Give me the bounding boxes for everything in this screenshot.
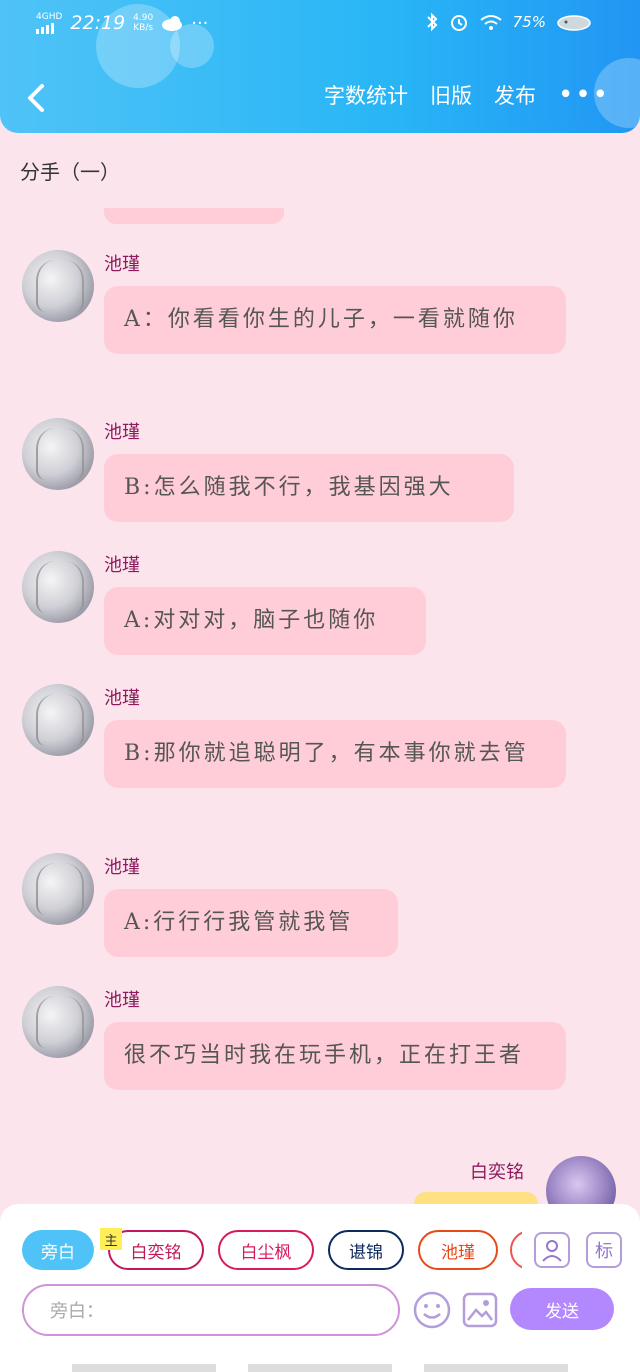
gesture-segment — [424, 1364, 568, 1372]
emoji-icon — [413, 1291, 451, 1329]
emoji-button[interactable] — [412, 1290, 452, 1330]
publish-button[interactable]: 发布 — [494, 80, 536, 110]
message-input[interactable] — [50, 1298, 370, 1324]
signal-bars-icon — [36, 22, 54, 34]
message-bubble[interactable]: 很不巧当时我在玩手机，正在打王者 — [104, 1022, 566, 1090]
back-button[interactable] — [20, 76, 60, 120]
sender-name: 池瑾 — [104, 688, 140, 709]
cloud-icon — [162, 16, 183, 31]
alarm-icon — [450, 15, 467, 31]
my-sender-name: 白奕铭 — [470, 1162, 524, 1183]
word-count-button[interactable]: 字数统计 — [324, 80, 408, 110]
role-chip-bai-chenfeng[interactable]: 白尘枫 — [218, 1230, 314, 1270]
message-bubble[interactable]: A:对对对，脑子也随你 — [104, 587, 426, 655]
sender-name: 池瑾 — [104, 990, 140, 1011]
chat-message: 池瑾 A:对对对，脑子也随你 — [22, 551, 582, 661]
net-speed: 4.90 KB/s — [133, 13, 153, 33]
add-character-button[interactable] — [534, 1232, 570, 1268]
battery-icon — [557, 15, 591, 31]
more-status-icon: ··· — [191, 12, 209, 34]
chat-message: 池瑾 B:怎么随我不行，我基因强大 — [22, 418, 582, 528]
nav-gesture-bar — [0, 1364, 640, 1372]
top-header: 4GHD 22:19 4.90 KB/s ··· 75% 字数统计 旧版 发布 — [0, 0, 640, 133]
battery-percent: 75% — [512, 13, 546, 31]
avatar[interactable] — [22, 853, 94, 925]
message-bubble[interactable]: A：你看看你生的儿子，一看就随你 — [104, 286, 566, 354]
message-bubble[interactable]: B:怎么随我不行，我基因强大 — [104, 454, 514, 522]
image-icon — [462, 1292, 498, 1328]
chat-message: 池瑾 A：你看看你生的儿子，一看就随你 — [22, 250, 582, 390]
compose-panel: 旁白 白奕铭 主 白尘枫 谌锦 池瑾 标 发送 — [0, 1204, 640, 1372]
role-chip-narration[interactable]: 旁白 — [22, 1230, 94, 1270]
partial-message-bubble — [104, 208, 284, 224]
send-button[interactable]: 发送 — [510, 1288, 614, 1330]
status-bar: 4GHD 22:19 4.90 KB/s ··· 75% — [0, 8, 640, 42]
more-options-icon[interactable]: ••• — [558, 80, 610, 110]
person-icon — [542, 1240, 562, 1262]
avatar[interactable] — [22, 551, 94, 623]
gesture-segment — [248, 1364, 392, 1372]
chat-message: 池瑾 A:行行行我管就我管 — [22, 853, 582, 963]
avatar[interactable] — [22, 684, 94, 756]
main-role-badge: 主 — [100, 1228, 122, 1250]
avatar[interactable] — [22, 986, 94, 1058]
role-chip-partial[interactable] — [510, 1230, 522, 1270]
chat-message: 池瑾 B:那你就追聪明了，有本事你就去管 — [22, 684, 582, 829]
message-bubble[interactable]: B:那你就追聪明了，有本事你就去管 — [104, 720, 566, 788]
message-input-box[interactable] — [22, 1284, 400, 1336]
bluetooth-icon — [426, 12, 438, 32]
chevron-left-icon — [28, 84, 44, 112]
net-speed-unit: KB/s — [133, 23, 154, 33]
role-chip-chen-jin[interactable]: 谌锦 — [328, 1230, 404, 1270]
role-chip-chi-jin[interactable]: 池瑾 — [418, 1230, 498, 1270]
gesture-segment — [72, 1364, 216, 1372]
mark-button[interactable]: 标 — [586, 1232, 622, 1268]
clock: 22:19 — [70, 12, 126, 34]
chat-message: 池瑾 很不巧当时我在玩手机，正在打王者 — [22, 986, 582, 1131]
chapter-title: 分手（一） — [20, 160, 120, 184]
avatar[interactable] — [22, 418, 94, 490]
wifi-icon — [480, 15, 502, 30]
signal-indicator: 4GHD — [36, 11, 63, 34]
net-speed-value: 4.90 — [133, 13, 154, 23]
sender-name: 池瑾 — [104, 857, 140, 878]
signal-label: 4GHD — [36, 11, 63, 22]
sender-name: 池瑾 — [104, 555, 140, 576]
sender-name: 池瑾 — [104, 254, 140, 275]
image-button[interactable] — [462, 1292, 498, 1328]
avatar[interactable] — [22, 250, 94, 322]
old-version-button[interactable]: 旧版 — [430, 80, 472, 110]
message-bubble[interactable]: A:行行行我管就我管 — [104, 889, 398, 957]
sender-name: 池瑾 — [104, 422, 140, 443]
role-chip-bai-yiming[interactable]: 白奕铭 — [108, 1230, 204, 1270]
role-selector[interactable]: 旁白 白奕铭 主 白尘枫 谌锦 池瑾 — [22, 1228, 522, 1272]
nav-bar: 字数统计 旧版 发布 ••• — [0, 70, 640, 126]
